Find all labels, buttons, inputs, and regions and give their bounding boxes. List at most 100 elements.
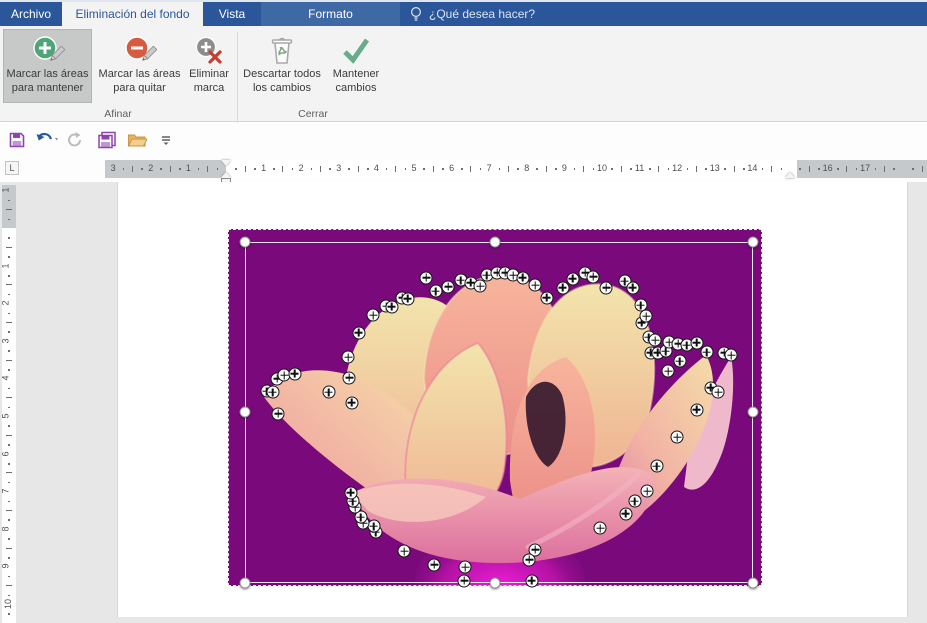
keep-area-marker[interactable] bbox=[586, 270, 600, 284]
keep-area-marker[interactable] bbox=[266, 385, 280, 399]
undo-icon[interactable] bbox=[35, 129, 61, 151]
tab-vista[interactable]: Vista bbox=[203, 2, 261, 26]
keep-area-marker[interactable] bbox=[271, 407, 285, 421]
keep-changes-button[interactable]: Mantener cambios bbox=[327, 29, 385, 103]
ruler-tick bbox=[8, 331, 10, 333]
selection-handle[interactable] bbox=[747, 406, 759, 418]
tab-archivo[interactable]: Archivo bbox=[0, 2, 62, 26]
keep-area-marker[interactable] bbox=[599, 281, 613, 295]
keep-area-marker[interactable] bbox=[628, 494, 642, 508]
discard-all-changes-button[interactable]: Descartar todos los cambios bbox=[240, 29, 324, 103]
keep-area-marker[interactable] bbox=[525, 574, 539, 588]
keep-area-marker[interactable] bbox=[344, 486, 358, 500]
flower-picture[interactable] bbox=[228, 229, 762, 589]
ruler-number: 12 bbox=[672, 163, 683, 173]
ruler-tick bbox=[555, 168, 557, 170]
keep-area-marker[interactable] bbox=[427, 558, 441, 572]
ruler-number: 17 bbox=[860, 163, 871, 173]
ruler-tick bbox=[122, 168, 125, 170]
keep-area-marker[interactable] bbox=[457, 574, 471, 588]
ruler-tick bbox=[761, 168, 764, 170]
keep-area-marker[interactable] bbox=[690, 403, 704, 417]
ruler-tick bbox=[320, 166, 321, 172]
keep-area-marker[interactable] bbox=[711, 385, 725, 399]
keep-area-marker[interactable] bbox=[441, 280, 455, 294]
keep-area-marker[interactable] bbox=[566, 272, 580, 286]
ruler-tick bbox=[8, 594, 10, 597]
keep-area-marker[interactable] bbox=[700, 345, 714, 359]
keep-area-marker[interactable] bbox=[724, 348, 738, 362]
ruler-tick bbox=[508, 166, 509, 172]
right-indent-marker[interactable] bbox=[785, 172, 795, 178]
ruler-tick bbox=[8, 387, 10, 390]
tab-formato[interactable]: Formato bbox=[261, 2, 400, 26]
keep-area-marker[interactable] bbox=[473, 279, 487, 293]
ruler-number: 2 bbox=[298, 163, 304, 173]
selection-handle[interactable] bbox=[747, 236, 759, 248]
ruler-tick bbox=[132, 166, 133, 172]
keep-area-marker[interactable] bbox=[522, 553, 536, 567]
ruler-tick bbox=[470, 166, 472, 172]
tab-eliminacion-del-fondo[interactable]: Eliminación del fondo bbox=[62, 2, 203, 26]
keep-area-marker[interactable] bbox=[540, 291, 554, 305]
keep-area-marker[interactable] bbox=[626, 281, 640, 295]
group-separator bbox=[237, 32, 238, 137]
selection-handle[interactable] bbox=[489, 577, 501, 589]
selection-handle[interactable] bbox=[239, 577, 251, 589]
ruler-tick bbox=[6, 585, 12, 587]
keep-area-marker[interactable] bbox=[429, 284, 443, 298]
customize-quick-access-icon[interactable] bbox=[160, 129, 172, 151]
keep-area-marker[interactable] bbox=[528, 278, 542, 292]
ribbon-tab-bar: Archivo Eliminación del fondo Vista Form… bbox=[0, 0, 927, 26]
keep-area-marker[interactable] bbox=[366, 308, 380, 322]
keep-area-marker[interactable] bbox=[288, 367, 302, 381]
keep-area-marker[interactable] bbox=[342, 371, 356, 385]
keep-area-marker[interactable] bbox=[458, 560, 472, 574]
keep-area-marker[interactable] bbox=[341, 350, 355, 364]
ruler-tick bbox=[254, 168, 256, 170]
ruler-tick bbox=[6, 246, 12, 248]
keep-area-marker[interactable] bbox=[661, 364, 675, 378]
first-line-indent-marker[interactable] bbox=[221, 160, 231, 166]
quick-access-toolbar bbox=[0, 123, 927, 157]
open-folder-icon[interactable] bbox=[127, 129, 147, 151]
mark-areas-to-keep-button[interactable]: Marcar las áreas para mantener bbox=[3, 29, 92, 103]
selection-handle[interactable] bbox=[239, 406, 251, 418]
ruler-tick bbox=[160, 168, 162, 170]
keep-area-marker[interactable] bbox=[401, 292, 415, 306]
save-all-icon[interactable] bbox=[97, 129, 117, 151]
keep-area-marker[interactable] bbox=[640, 484, 654, 498]
mark-areas-to-remove-button[interactable]: Marcar las áreas para quitar bbox=[95, 29, 184, 103]
lightbulb-icon bbox=[410, 6, 422, 21]
delete-mark-button[interactable]: Eliminar marca bbox=[185, 29, 233, 103]
ruler-tick bbox=[771, 166, 773, 172]
tab-stop-selector[interactable]: L bbox=[5, 161, 19, 175]
selection-handle[interactable] bbox=[489, 236, 501, 248]
ruler-number: 6 bbox=[0, 451, 11, 457]
ruler-tick bbox=[6, 359, 12, 361]
keep-area-marker[interactable] bbox=[670, 430, 684, 444]
keep-area-marker[interactable] bbox=[322, 385, 336, 399]
save-icon[interactable] bbox=[8, 129, 26, 151]
ruler-tick bbox=[6, 322, 12, 323]
keep-area-marker[interactable] bbox=[397, 544, 411, 558]
keep-area-marker[interactable] bbox=[639, 309, 653, 323]
keep-area-marker[interactable] bbox=[673, 354, 687, 368]
keep-area-marker[interactable] bbox=[516, 271, 530, 285]
keep-area-marker[interactable] bbox=[352, 326, 366, 340]
keep-area-marker[interactable] bbox=[419, 271, 433, 285]
keep-area-marker[interactable] bbox=[345, 396, 359, 410]
keep-area-marker[interactable] bbox=[650, 459, 664, 473]
ruler-tick bbox=[6, 434, 12, 436]
ruler-tick bbox=[658, 166, 660, 172]
selection-handle[interactable] bbox=[239, 236, 251, 248]
keep-area-marker[interactable] bbox=[648, 333, 662, 347]
keep-area-marker[interactable] bbox=[593, 521, 607, 535]
keep-area-marker[interactable] bbox=[619, 507, 633, 521]
tell-me-box[interactable]: ¿Qué desea hacer? bbox=[400, 2, 535, 26]
ruler-tick bbox=[498, 168, 501, 170]
ruler-tick bbox=[395, 166, 397, 172]
selection-handle[interactable] bbox=[747, 577, 759, 589]
group-label-afinar: Afinar bbox=[104, 108, 132, 120]
redo-icon[interactable] bbox=[66, 129, 84, 151]
